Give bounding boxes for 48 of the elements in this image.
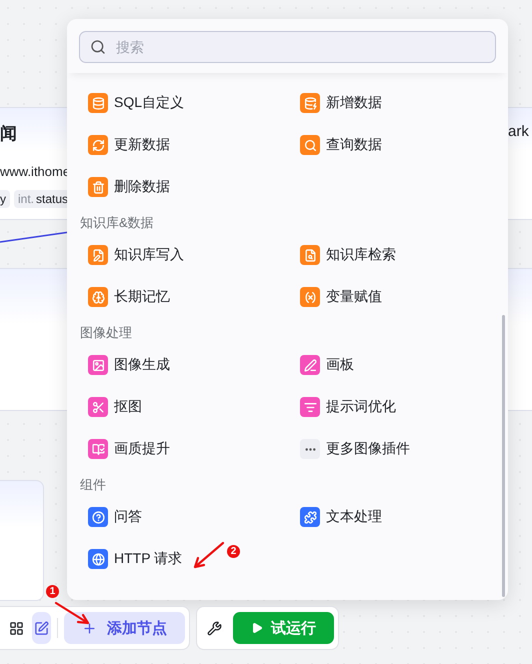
node-menu-item[interactable]: 图像生成 xyxy=(80,344,292,386)
node-menu-item[interactable]: 删除数据 xyxy=(80,166,292,208)
pen-icon xyxy=(304,358,316,372)
variable-icon xyxy=(304,290,316,304)
play-icon xyxy=(251,622,263,634)
database-icon xyxy=(92,96,104,110)
document-search-icon xyxy=(304,248,316,262)
scissors-icon xyxy=(92,400,104,414)
node-menu-item[interactable]: 变量赋值 xyxy=(292,276,492,318)
brain-icon xyxy=(92,290,104,304)
section-title: 知识库&数据 xyxy=(80,214,155,232)
node-menu-item[interactable]: 知识库检索 xyxy=(292,234,492,276)
node-menu-item[interactable]: 知识库写入 xyxy=(80,234,292,276)
scrollbar[interactable] xyxy=(502,315,505,597)
node-menu-item[interactable]: 画质提升 xyxy=(80,428,292,470)
node-menu-item[interactable]: 抠图 xyxy=(80,386,292,428)
node-menu-item[interactable]: 长期记忆 xyxy=(80,276,292,318)
card-url: www.ithome xyxy=(0,164,70,179)
search-icon xyxy=(90,39,106,55)
node-menu-item[interactable]: 更多图像插件 xyxy=(292,428,492,470)
database-icon xyxy=(304,96,316,110)
section-title: 组件 xyxy=(80,476,107,494)
globe-icon xyxy=(92,552,104,566)
section-title: 图像处理 xyxy=(80,324,133,342)
image-icon xyxy=(92,358,104,372)
add-node-button[interactable]: 添加节点 xyxy=(64,612,185,644)
document-pen-icon xyxy=(92,248,104,262)
node-menu-item[interactable]: 文本处理 xyxy=(292,496,492,538)
node-menu-item[interactable]: 查询数据 xyxy=(292,124,492,166)
card-title: 闻 xyxy=(0,123,17,145)
node-menu-item[interactable]: 新增数据 xyxy=(292,82,492,124)
trash-icon xyxy=(92,180,104,194)
refresh-icon xyxy=(92,138,104,152)
question-icon xyxy=(92,510,104,524)
card-title: ark xyxy=(508,123,529,140)
parameter-tag: y xyxy=(0,190,10,208)
annotation-arrow xyxy=(192,541,226,571)
puzzle-icon xyxy=(304,510,316,524)
node-menu-item[interactable]: 画板 xyxy=(292,344,492,386)
node-menu-item[interactable]: 更新数据 xyxy=(80,124,292,166)
search-box[interactable]: 搜索 xyxy=(79,31,496,63)
search-icon xyxy=(304,138,316,152)
node-menu-item[interactable]: 提示词优化 xyxy=(292,386,492,428)
plus-icon xyxy=(82,620,97,636)
annotation-badge: 1 xyxy=(46,585,59,598)
node-menu-item[interactable]: SQL自定义 xyxy=(80,82,292,124)
list-icon xyxy=(304,400,316,414)
node-menu-item[interactable]: 问答 xyxy=(80,496,292,538)
